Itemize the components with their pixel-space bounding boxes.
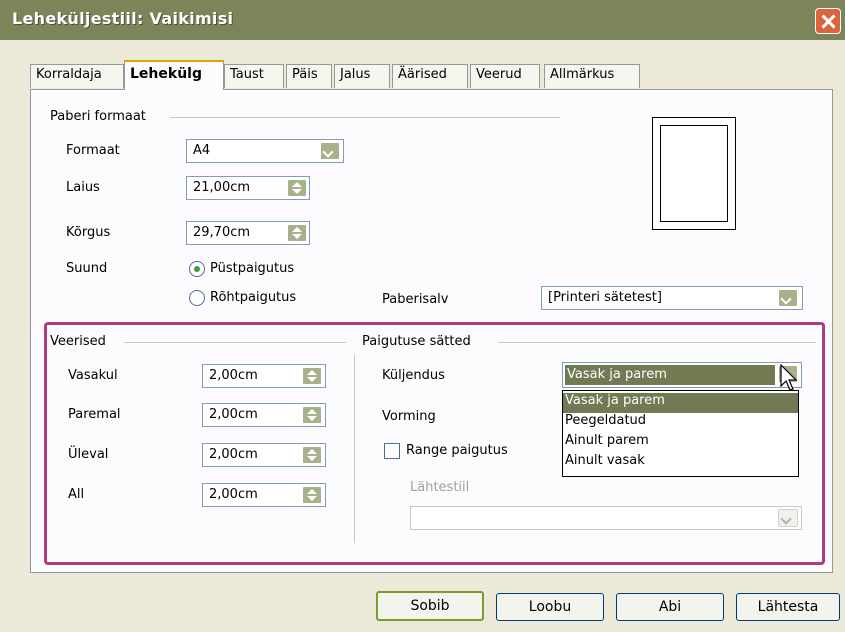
cancel-button[interactable]: Loobu	[496, 593, 604, 621]
divider	[170, 117, 560, 118]
chevron-down-icon[interactable]	[320, 142, 340, 160]
margin-top-label: Üleval	[68, 447, 109, 462]
reset-button[interactable]: Lähtesta	[736, 593, 840, 621]
page-preview	[652, 117, 736, 230]
tab-organizer[interactable]: Korraldaja	[30, 64, 124, 88]
chevron-down-icon[interactable]	[778, 289, 798, 307]
tab-borders[interactable]: Äärised	[392, 64, 468, 88]
tab-header[interactable]: Päis	[286, 64, 332, 88]
alignment-option[interactable]: Ainult vasak	[563, 453, 798, 473]
height-label: Kõrgus	[66, 225, 111, 240]
orientation-label: Suund	[66, 261, 108, 276]
margin-right-label: Paremal	[68, 407, 121, 422]
tab-page[interactable]: Lehekülg	[124, 60, 224, 90]
reference-style-label: Lähtestiil	[410, 480, 470, 495]
layout-section-label: Paigutuse sätted	[362, 334, 471, 349]
margin-right-spinner-icon[interactable]	[302, 406, 322, 424]
divider	[124, 342, 346, 343]
help-button[interactable]: Abi	[616, 593, 724, 621]
margin-left-spinner-icon[interactable]	[302, 367, 322, 385]
format-label: Formaat	[66, 143, 120, 158]
margins-section-label: Veerised	[50, 334, 106, 349]
ok-button[interactable]: Sobib	[376, 591, 484, 621]
width-label: Laius	[66, 180, 100, 195]
alignment-options-list[interactable]: Vasak ja parem Peegeldatud Ainult parem …	[562, 390, 799, 477]
tab-background[interactable]: Taust	[224, 64, 284, 88]
format-numbering-label: Vorming	[382, 409, 436, 424]
divider	[498, 342, 816, 343]
margin-bottom-spinner-icon[interactable]	[302, 486, 322, 504]
tab-footer[interactable]: Jalus	[334, 64, 390, 88]
landscape-radio[interactable]	[189, 290, 205, 306]
portrait-radio[interactable]	[189, 261, 205, 277]
alignment-label: Küljendus	[382, 368, 445, 383]
margin-bottom-label: All	[68, 487, 85, 502]
alignment-dropdown[interactable]: Vasak ja parem	[562, 362, 802, 388]
height-spinner-icon[interactable]	[287, 224, 307, 242]
alignment-option[interactable]: Ainult parem	[563, 433, 798, 453]
alignment-option[interactable]: Vasak ja parem	[563, 393, 798, 413]
reference-style-dropdown	[410, 506, 802, 530]
tab-footnote[interactable]: Allmärkus	[544, 64, 640, 88]
window-title: Leheküljestiil: Vaikimisi	[12, 9, 234, 28]
paper-tray-dropdown[interactable]: [Printeri sätetest]	[541, 286, 803, 310]
alignment-value: Vasak ja parem	[565, 365, 775, 385]
width-spinner-icon[interactable]	[287, 179, 307, 197]
tab-columns[interactable]: Veerud	[470, 64, 540, 88]
margin-top-spinner-icon[interactable]	[302, 446, 322, 464]
separator	[354, 355, 355, 543]
close-icon[interactable]	[815, 8, 841, 34]
paper-tray-label: Paberisalv	[382, 292, 449, 307]
register-true-label: Range paigutus	[406, 443, 508, 458]
margin-left-label: Vasakul	[68, 368, 118, 383]
portrait-label: Püstpaigutus	[210, 261, 295, 276]
register-true-checkbox[interactable]	[384, 443, 400, 459]
page-preview-inner	[660, 125, 728, 222]
landscape-label: Rõhtpaigutus	[210, 290, 297, 305]
alignment-option[interactable]: Peegeldatud	[563, 413, 798, 433]
paper-format-section-label: Paberi formaat	[50, 109, 146, 124]
chevron-down-icon	[778, 509, 798, 527]
